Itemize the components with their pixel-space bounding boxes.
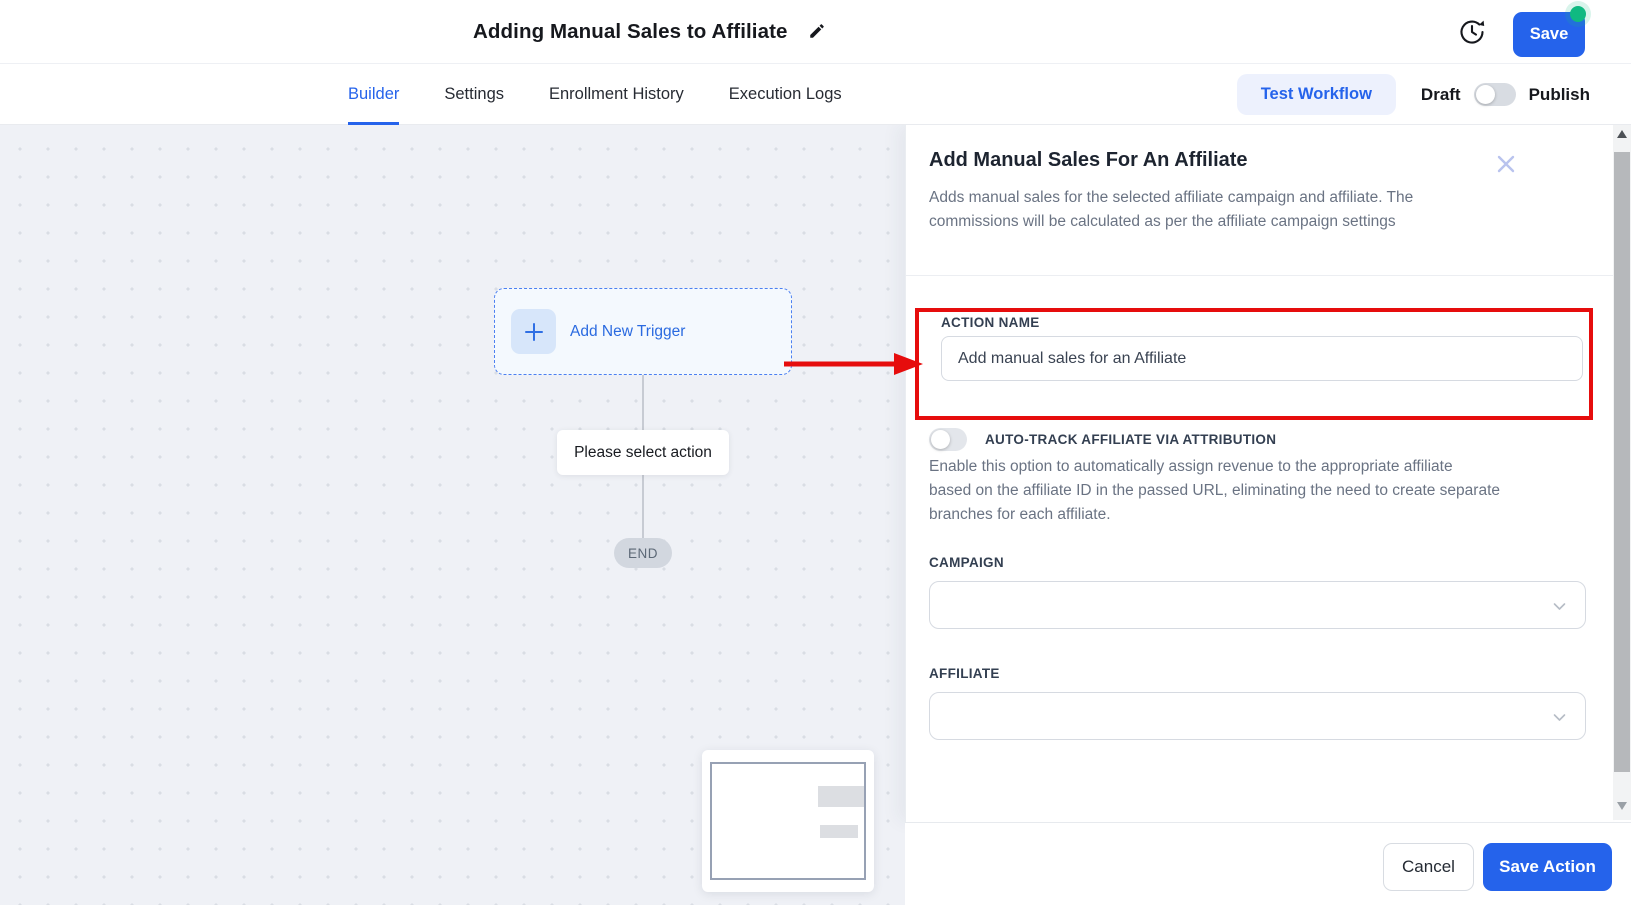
workflow-canvas[interactable]: Add New Trigger Please select action END	[0, 125, 905, 905]
tab-execution-logs[interactable]: Execution Logs	[729, 64, 842, 125]
clock-history-icon	[1458, 18, 1486, 49]
auto-track-description: Enable this option to automatically assi…	[929, 458, 1500, 523]
tab-builder[interactable]: Builder	[348, 64, 400, 125]
minimap-node-preview	[820, 825, 858, 838]
publish-toggle[interactable]	[1473, 83, 1516, 106]
chevron-down-icon	[1552, 710, 1567, 730]
campaign-select[interactable]	[929, 581, 1586, 629]
select-action-hint: Please select action	[557, 430, 729, 475]
panel-footer: Cancel Save Action	[905, 822, 1631, 905]
auto-track-label: AUTO-TRACK AFFILIATE VIA ATTRIBUTION	[985, 432, 1277, 447]
minimap-node-preview	[818, 786, 864, 807]
auto-track-toggle[interactable]	[929, 428, 967, 451]
close-icon	[1494, 152, 1518, 179]
workflow-editor-app: Adding Manual Sales to Affiliate Save Bu…	[0, 0, 1631, 905]
panel-description: Adds manual sales for the selected affil…	[929, 189, 1414, 230]
affiliate-select[interactable]	[929, 692, 1586, 740]
minimap-viewport	[710, 762, 866, 880]
page-title: Adding Manual Sales to Affiliate	[473, 20, 788, 43]
canvas-minimap[interactable]	[702, 750, 874, 892]
panel-scrollbar[interactable]	[1613, 125, 1631, 820]
toggle-knob	[931, 430, 950, 449]
close-panel-button[interactable]	[1492, 151, 1520, 179]
revision-history-button[interactable]	[1456, 17, 1488, 49]
tab-settings[interactable]: Settings	[444, 64, 504, 125]
scrollbar-thumb[interactable]	[1614, 152, 1630, 772]
action-settings-panel: Add Manual Sales For An Affiliate Adds m…	[905, 125, 1614, 822]
test-workflow-button[interactable]: Test Workflow	[1236, 74, 1396, 115]
plus-icon	[511, 309, 556, 354]
app-header: Adding Manual Sales to Affiliate Save	[0, 0, 1631, 64]
cancel-button[interactable]: Cancel	[1383, 843, 1474, 891]
workflow-tabbar: Builder Settings Enrollment History Exec…	[0, 64, 1631, 125]
end-node: END	[614, 538, 672, 568]
divider	[906, 275, 1614, 276]
triangle-up-icon	[1617, 130, 1627, 138]
panel-title: Add Manual Sales For An Affiliate	[929, 149, 1248, 171]
campaign-label: CAMPAIGN	[929, 555, 1004, 570]
chevron-down-icon	[1552, 599, 1567, 619]
affiliate-label: AFFILIATE	[929, 666, 1000, 681]
tab-enrollment-history[interactable]: Enrollment History	[549, 64, 684, 125]
save-action-button[interactable]: Save Action	[1483, 843, 1612, 891]
triangle-down-icon	[1617, 802, 1627, 810]
unsaved-changes-dot	[1570, 6, 1586, 22]
action-name-input[interactable]	[941, 336, 1583, 381]
add-new-trigger-node[interactable]: Add New Trigger	[494, 288, 792, 375]
scrollbar-down-button[interactable]	[1613, 802, 1631, 814]
trigger-node-label: Add New Trigger	[570, 322, 686, 340]
draft-label: Draft	[1420, 84, 1461, 104]
toggle-knob	[1475, 85, 1495, 104]
publish-label: Publish	[1528, 84, 1590, 104]
edit-title-button[interactable]	[806, 21, 828, 43]
action-name-label: ACTION NAME	[941, 315, 1040, 330]
scrollbar-up-button[interactable]	[1613, 130, 1631, 142]
pencil-icon	[808, 22, 826, 43]
